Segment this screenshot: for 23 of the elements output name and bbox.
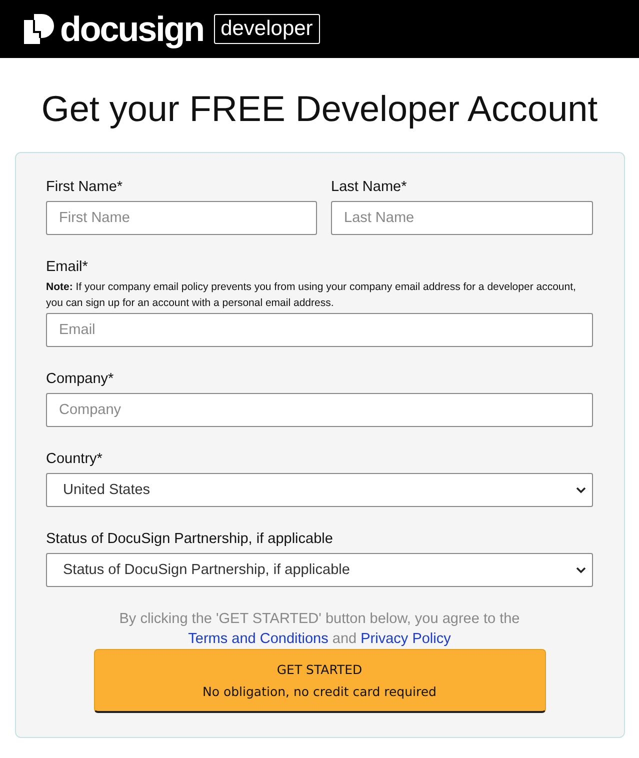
agreement-text: By clicking the 'GET STARTED' button below, you agree to the Terms and Conditions and Privacy Policy <box>118 610 521 649</box>
field-label: Email* <box>46 259 89 275</box>
chevron-down-icon <box>576 486 586 494</box>
partnership-dropdown[interactable]: Status of DocuSign Partnership, if applicable <box>46 553 593 587</box>
privacy-link[interactable]: Privacy Policy <box>360 631 451 647</box>
terms-link[interactable]: Terms and Conditions <box>188 631 328 647</box>
email-note: Note: If your company email policy prevents you from using your company email address for a developer account, you can sign up for an account with a personal email address. <box>46 280 577 311</box>
company-field[interactable]: Company <box>46 393 593 427</box>
page-title: Get your FREE Developer Account <box>40 88 599 130</box>
text-field[interactable]: First Name <box>46 201 317 235</box>
logo-icon <box>24 14 54 44</box>
text-field[interactable]: Last Name <box>331 201 593 235</box>
developer-badge: developer <box>214 14 320 44</box>
get-started-button[interactable]: GET STARTED No obligation, no credit card required <box>94 649 546 713</box>
field-label: Last Name* <box>331 179 408 195</box>
field-label: Status of DocuSign Partnership, if applicable <box>46 531 334 547</box>
logo-text: docusign <box>60 12 204 46</box>
field-label: Company* <box>46 371 115 387</box>
field-label: Country* <box>46 451 104 467</box>
email-field[interactable]: Email <box>46 313 593 347</box>
country-dropdown[interactable]: United States <box>46 473 593 507</box>
field-label: First Name* <box>46 179 124 195</box>
chevron-down-icon <box>576 566 586 574</box>
